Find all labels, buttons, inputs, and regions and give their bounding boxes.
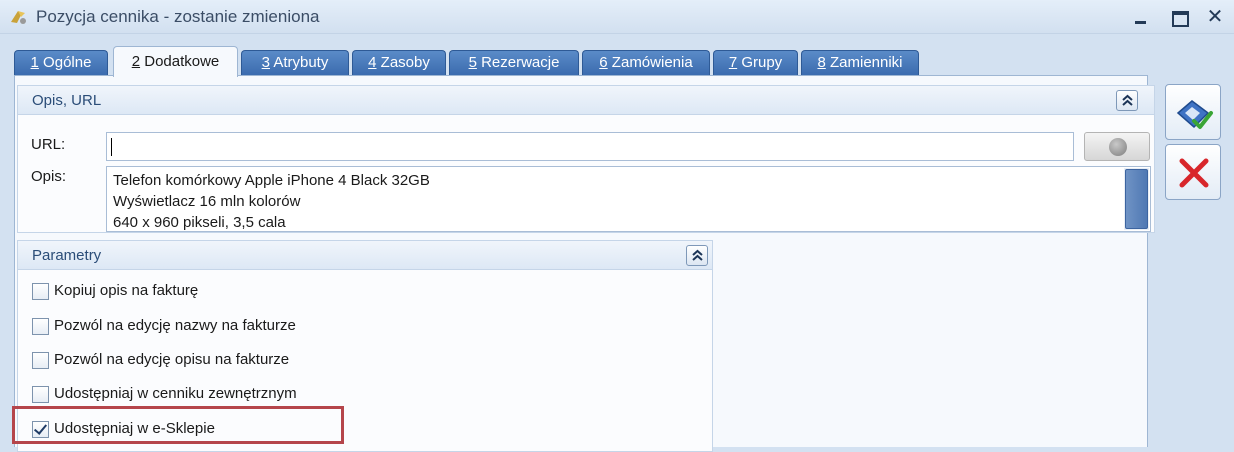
- opis-url-collapse-button[interactable]: [1116, 90, 1138, 111]
- cancel-button[interactable]: [1165, 144, 1221, 200]
- parametry-collapse-button[interactable]: [686, 245, 708, 266]
- parametry-group-title: Parametry: [32, 247, 102, 264]
- tab-atrybuty[interactable]: 3 Atrybuty: [241, 50, 349, 76]
- tab-grupy[interactable]: 7 Grupy: [713, 50, 798, 76]
- globe-icon: [1109, 138, 1127, 156]
- checkbox-label: Pozwól na edycję opisu na fakturze: [54, 351, 290, 368]
- parametry-group: Parametry Kopiuj opis na fakturę Pozwól …: [17, 240, 713, 452]
- tab-zamienniki[interactable]: 8 Zamienniki: [801, 50, 919, 76]
- opis-url-group: Opis, URL URL: Opis: Telefon komórkowy A…: [17, 85, 1155, 233]
- scrollbar-thumb[interactable]: [1125, 169, 1148, 229]
- app-icon: [11, 11, 26, 24]
- opis-url-group-header: Opis, URL: [18, 86, 1154, 115]
- opis-line: Wyświetlacz 16 mln kolorów: [113, 193, 301, 210]
- tab-dodatkowe[interactable]: 2 Dodatkowe: [113, 46, 238, 77]
- opis-scrollbar[interactable]: [1124, 168, 1149, 230]
- url-label: URL:: [31, 136, 66, 153]
- double-chevron-up-icon: [1122, 94, 1133, 106]
- parametry-group-header: Parametry: [18, 241, 712, 270]
- text-caret: [111, 138, 112, 156]
- checkbox-label: Udostępniaj w cenniku zewnętrznym: [54, 385, 297, 402]
- opis-line: 640 x 960 pikseli, 3,5 cala: [113, 214, 286, 231]
- opis-textarea[interactable]: Telefon komórkowy Apple iPhone 4 Black 3…: [106, 166, 1151, 232]
- close-window-button[interactable]: ✕: [1202, 4, 1228, 30]
- checkbox-label: Kopiuj opis na fakturę: [54, 282, 199, 299]
- tab-rezerwacje[interactable]: 5 Rezerwacje: [449, 50, 579, 76]
- tab-zamowienia[interactable]: 6 Zamówienia: [582, 50, 710, 76]
- save-icon: [1176, 100, 1213, 129]
- tab-zasoby[interactable]: 4 Zasoby: [352, 50, 446, 76]
- opis-label: Opis:: [31, 168, 67, 185]
- checkbox-box[interactable]: [32, 352, 49, 369]
- opis-line: Telefon komórkowy Apple iPhone 4 Black 3…: [113, 172, 430, 189]
- open-url-button[interactable]: [1084, 132, 1150, 161]
- tab-content-dodatkowe: Opis, URL URL: Opis: Telefon komórkowy A…: [14, 75, 1155, 452]
- checkbox-box-checked[interactable]: [32, 421, 49, 438]
- maximize-button[interactable]: [1166, 4, 1192, 30]
- tab-ogolne[interactable]: 1 Ogólne: [14, 50, 108, 76]
- window-title: Pozycja cennika - zostanie zmieniona: [36, 7, 320, 26]
- opis-url-group-title: Opis, URL: [32, 92, 102, 109]
- double-chevron-up-icon: [692, 249, 703, 261]
- checkbox-box[interactable]: [32, 283, 49, 300]
- title-bar: Pozycja cennika - zostanie zmieniona ✕: [0, 0, 1234, 34]
- minimize-button[interactable]: [1128, 4, 1154, 30]
- checkbox-label: Pozwól na edycję nazwy na fakturze: [54, 317, 296, 334]
- checkbox-label: Udostępniaj w e-Sklepie: [54, 420, 215, 437]
- checkbox-box[interactable]: [32, 386, 49, 403]
- checkbox-box[interactable]: [32, 318, 49, 335]
- url-input[interactable]: [106, 132, 1074, 161]
- save-button[interactable]: [1165, 84, 1221, 140]
- cancel-icon: [1179, 158, 1209, 188]
